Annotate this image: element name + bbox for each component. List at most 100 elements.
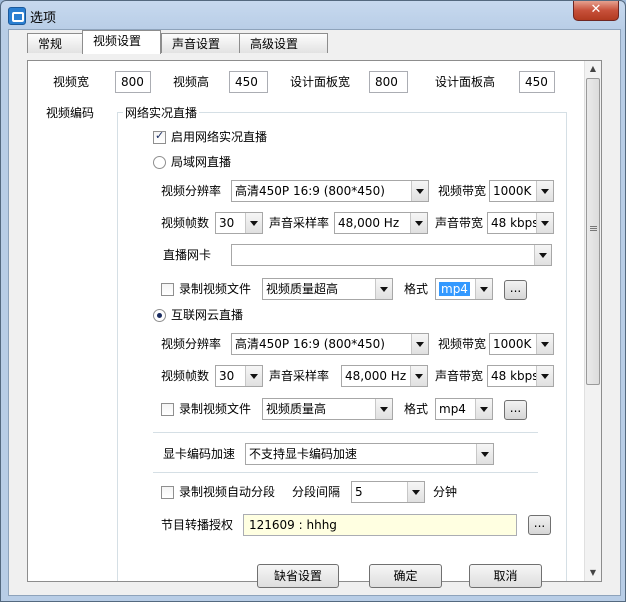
cancel-button[interactable]: 取消 [469,564,542,588]
lan-format-select[interactable]: mp4 [435,278,493,300]
chevron-down-icon [534,245,551,265]
chevron-down-icon [536,366,553,386]
chevron-down-icon [536,334,553,354]
split-interval-label: 分段间隔 [292,485,341,499]
panel-width-input[interactable]: 800 [369,71,408,93]
lan-sample-rate-label: 声音采样率 [269,216,330,230]
enable-live-label: 启用网络实况直播 [171,130,268,144]
lan-format-label: 格式 [404,282,429,296]
internet-video-bitrate-label: 视频带宽 [438,337,487,351]
enable-live-checkbox[interactable] [153,129,166,144]
panel-width-label: 设计面板宽 [290,75,351,89]
internet-fps-value: 30 [219,369,235,383]
lan-video-bitrate-select[interactable]: 1000K [489,180,554,202]
chevron-down-icon [245,213,262,233]
internet-record-checkbox[interactable] [161,403,174,416]
gpu-accel-label: 显卡编码加速 [163,447,236,461]
internet-radio[interactable] [153,309,166,322]
auto-split-label: 录制视频自动分段 [179,485,276,499]
separator [153,432,538,433]
live-streaming-group-label: 网络实况直播 [123,105,200,121]
chevron-down-icon [245,366,262,386]
lan-audio-bitrate-label: 声音带宽 [435,216,484,230]
lan-fps-label: 视频帧数 [161,216,210,230]
lan-audio-bitrate-select[interactable]: 48 kbps [487,212,554,234]
lan-label: 局域网直播 [171,155,232,169]
auth-browse-button[interactable]: ... [528,515,551,535]
lan-quality-value: 视频质量超高 [266,282,339,296]
chevron-down-icon [410,366,427,386]
tab-advanced-settings[interactable]: 高级设置 [239,33,328,53]
tab-audio-settings[interactable]: 声音设置 [161,33,241,53]
auto-split-checkbox[interactable] [161,486,174,499]
default-settings-button[interactable]: 缺省设置 [257,564,339,588]
lan-resolution-select[interactable]: 高清450P 16:9 (800*450) [231,180,429,202]
internet-resolution-select[interactable]: 高清450P 16:9 (800*450) [231,333,429,355]
split-interval-select[interactable]: 5 [351,481,425,503]
internet-resolution-value: 高清450P 16:9 (800*450) [235,337,385,351]
tab-advanced-settings-label: 高级设置 [250,37,299,51]
lan-video-bitrate-label: 视频带宽 [438,184,487,198]
app-icon [8,7,26,25]
internet-label: 互联网云直播 [171,308,244,322]
close-button[interactable]: ✕ [573,1,619,21]
internet-fps-label: 视频帧数 [161,369,210,383]
internet-fps-select[interactable]: 30 [215,365,263,387]
tab-general[interactable]: 常规 [27,33,85,53]
internet-format-select[interactable]: mp4 [435,398,493,420]
gpu-accel-select[interactable]: 不支持显卡编码加速 [245,443,494,465]
chevron-down-icon [407,482,424,502]
chevron-down-icon [536,213,553,233]
close-icon: ✕ [590,2,602,17]
lan-audio-bitrate-value: 48 kbps [491,216,539,230]
tab-video-settings-label: 视频设置 [93,34,142,48]
chevron-down-icon [475,399,492,419]
chevron-down-icon [411,334,428,354]
ok-button[interactable]: 确定 [369,564,442,588]
internet-quality-select[interactable]: 视频质量高 [262,398,393,420]
video-settings-panel: 视频宽 800 视频高 450 设计面板宽 800 设计面板高 450 视频编码… [27,60,602,582]
internet-browse-button[interactable]: ... [504,400,527,420]
lan-video-bitrate-value: 1000K [493,184,532,198]
lan-fps-select[interactable]: 30 [215,212,263,234]
auth-input[interactable]: 121609 : hhhg [243,514,517,536]
lan-fps-value: 30 [219,216,235,230]
scroll-thumb[interactable] [586,78,600,385]
scroll-up-icon[interactable]: ▲ [585,61,601,77]
video-width-input[interactable]: 800 [115,71,151,93]
lan-resolution-value: 高清450P 16:9 (800*450) [235,184,385,198]
chevron-down-icon [475,279,492,299]
internet-audio-bitrate-select[interactable]: 48 kbps [487,365,554,387]
internet-sample-rate-select[interactable]: 48,000 Hz [341,365,428,387]
dialog-client: 常规 视频设置 声音设置 高级设置 视频宽 800 视频高 450 设计面板宽 … [8,29,621,596]
tab-video-settings[interactable]: 视频设置 [82,30,161,54]
video-height-input[interactable]: 450 [229,71,268,93]
scroll-down-icon[interactable]: ▼ [585,565,601,581]
lan-record-label: 录制视频文件 [179,282,252,296]
internet-video-bitrate-select[interactable]: 1000K [489,333,554,355]
auth-label: 节目转播授权 [161,518,234,532]
options-dialog: 选项 ✕ 常规 视频设置 声音设置 高级设置 视频宽 800 视频高 450 设… [0,0,626,602]
chevron-down-icon [536,181,553,201]
lan-sample-rate-select[interactable]: 48,000 Hz [334,212,428,234]
lan-radio[interactable] [153,156,166,169]
lan-browse-button[interactable]: ... [504,280,527,300]
vertical-scrollbar[interactable]: ▲ ▼ [584,61,601,581]
internet-audio-bitrate-value: 48 kbps [491,369,539,383]
lan-resolution-label: 视频分辨率 [161,184,222,198]
internet-sample-rate-value: 48,000 Hz [345,369,407,383]
separator [153,472,538,473]
internet-format-label: 格式 [404,402,429,416]
lan-record-checkbox[interactable] [161,283,174,296]
nic-select[interactable] [231,244,552,266]
video-height-label: 视频高 [173,75,210,89]
internet-record-label: 录制视频文件 [179,402,252,416]
panel-height-input[interactable]: 450 [519,71,555,93]
title-bar: 选项 ✕ [1,1,625,29]
chevron-down-icon [410,213,427,233]
lan-sample-rate-value: 48,000 Hz [338,216,400,230]
lan-quality-select[interactable]: 视频质量超高 [262,278,393,300]
internet-video-bitrate-value: 1000K [493,337,532,351]
chevron-down-icon [375,279,392,299]
internet-audio-bitrate-label: 声音带宽 [435,369,484,383]
